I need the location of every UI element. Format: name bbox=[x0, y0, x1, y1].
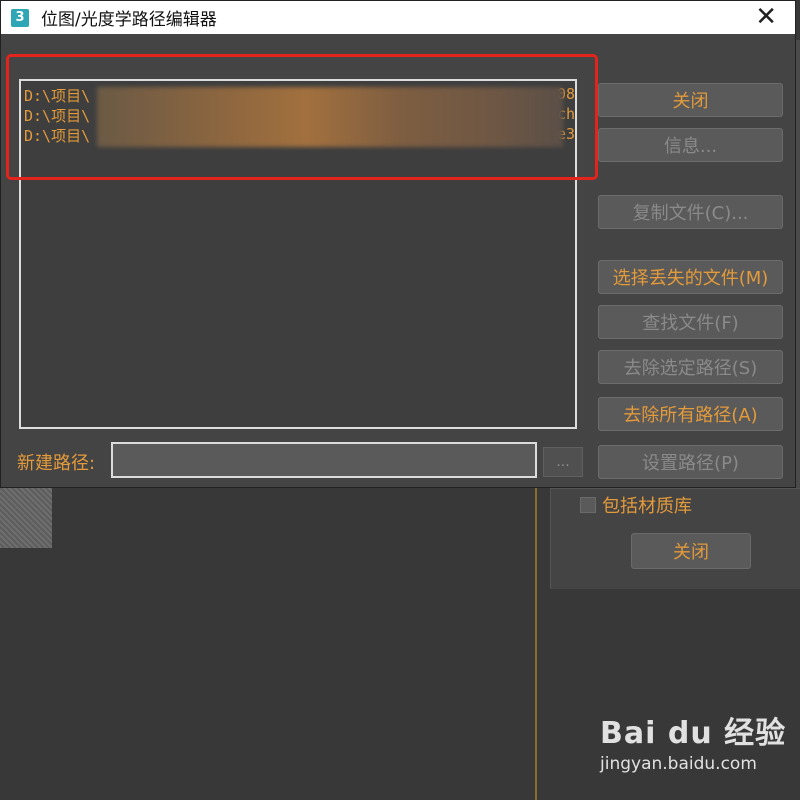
close-icon[interactable]: ✕ bbox=[755, 3, 777, 31]
bitmap-path-editor-dialog: 3 位图/光度学路径编辑器 ✕ D:\项目\ D:\项目\ D:\项目\ 08 … bbox=[0, 0, 796, 488]
title-bar[interactable]: 3 位图/光度学路径编辑器 ✕ bbox=[1, 1, 795, 34]
info-button[interactable]: 信息... bbox=[598, 128, 783, 162]
watermark-url: jingyan.baidu.com bbox=[600, 754, 757, 774]
include-material-library-label: 包括材质库 bbox=[602, 496, 692, 517]
find-files-button[interactable]: 查找文件(F) bbox=[598, 305, 783, 339]
texture-thumbnail bbox=[0, 488, 52, 548]
app-icon: 3 bbox=[11, 8, 29, 27]
window-title: 位图/光度学路径编辑器 bbox=[41, 10, 217, 30]
set-path-button[interactable]: 设置路径(P) bbox=[598, 445, 783, 479]
include-material-library-option[interactable]: 包括材质库 bbox=[580, 492, 692, 518]
copy-files-button[interactable]: 复制文件(C)... bbox=[598, 195, 783, 229]
new-path-input[interactable] bbox=[111, 442, 537, 478]
background-close-button[interactable]: 关闭 bbox=[631, 533, 751, 569]
baidu-watermark: Bai du 经验 jingyan.baidu.com bbox=[600, 708, 786, 774]
browse-button[interactable]: ... bbox=[543, 447, 583, 477]
close-button[interactable]: 关闭 bbox=[598, 83, 783, 117]
select-missing-files-button[interactable]: 选择丢失的文件(M) bbox=[598, 260, 783, 294]
annotation-highlight-box bbox=[6, 54, 598, 180]
include-material-library-checkbox[interactable] bbox=[580, 497, 596, 513]
viewport-divider bbox=[535, 488, 537, 800]
new-path-label: 新建路径: bbox=[17, 453, 96, 474]
watermark-logo: Bai du 经验 bbox=[600, 716, 787, 751]
strip-selected-paths-button[interactable]: 去除选定路径(S) bbox=[598, 350, 783, 384]
strip-all-paths-button[interactable]: 去除所有路径(A) bbox=[598, 397, 783, 431]
